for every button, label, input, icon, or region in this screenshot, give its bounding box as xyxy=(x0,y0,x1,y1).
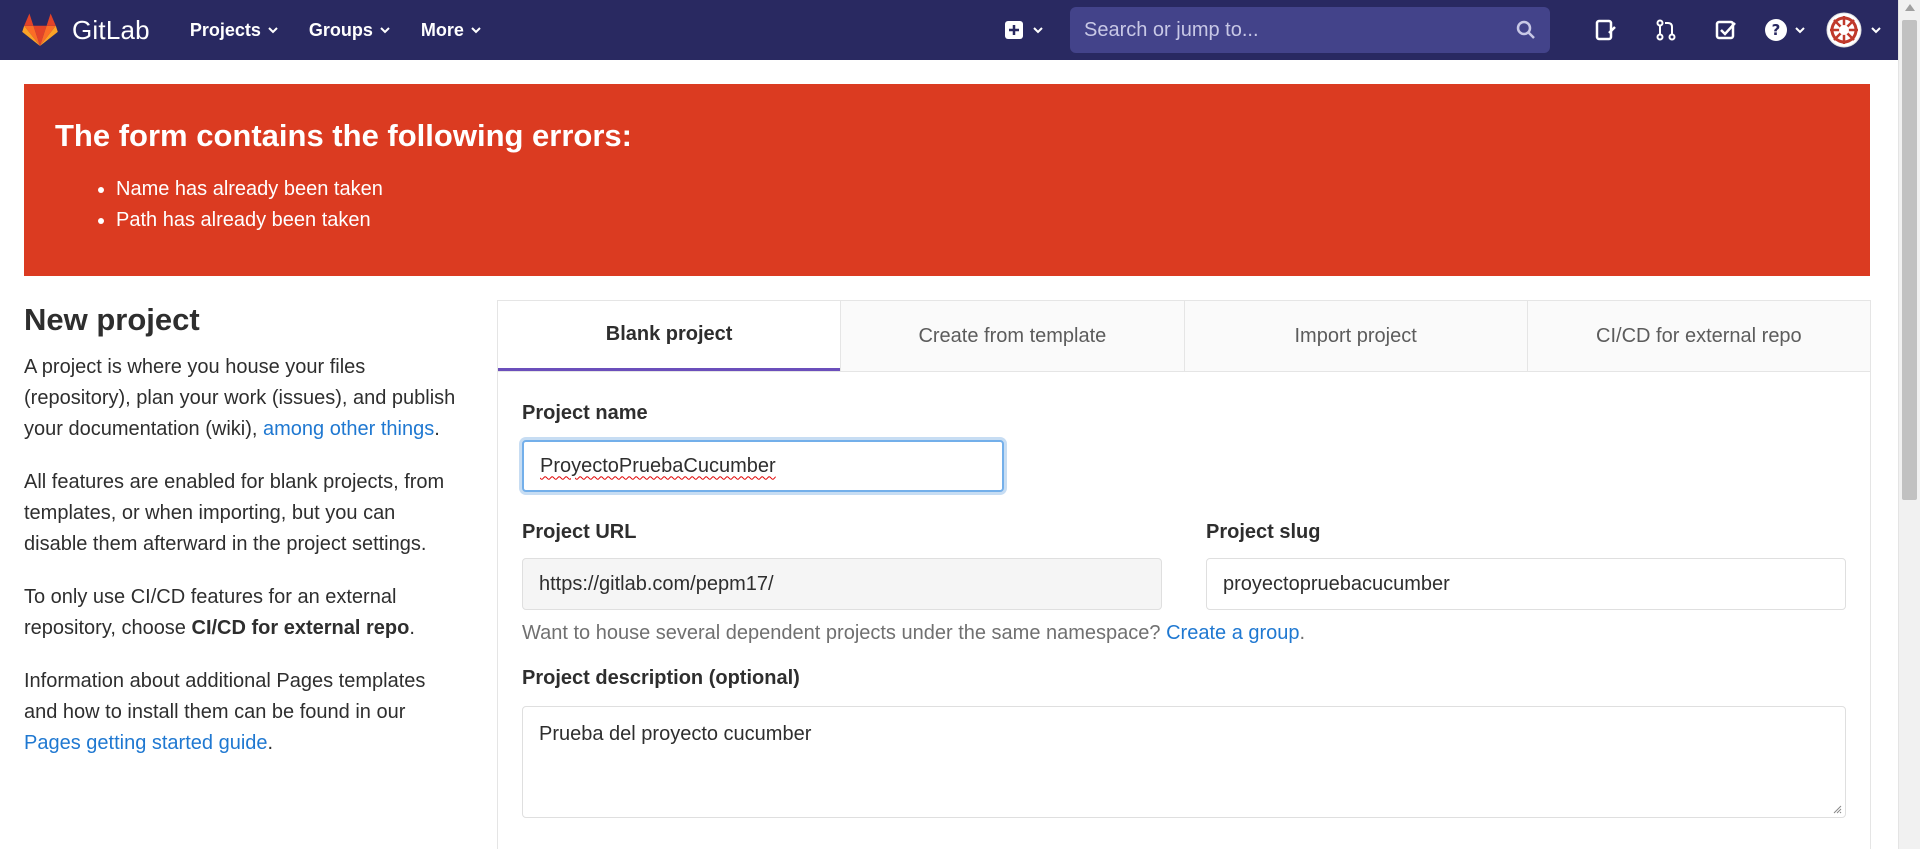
todos-button[interactable] xyxy=(1696,0,1756,60)
nav-more-dropdown[interactable]: More xyxy=(421,20,482,41)
pages-text: Information about additional Pages templ… xyxy=(24,670,426,723)
tab-cicd-external-repo[interactable]: CI/CD for external repo xyxy=(1526,301,1870,371)
new-project-panel: Blank project Create from template Impor… xyxy=(497,300,1871,849)
features-paragraph: All features are enabled for blank proje… xyxy=(24,471,445,555)
nav-projects-dropdown[interactable]: Projects xyxy=(190,20,279,41)
project-description-textarea[interactable]: Prueba del proyecto cucumber xyxy=(522,706,1846,818)
form-error-banner: The form contains the following errors: … xyxy=(24,84,1870,276)
pages-paragraph: Information about additional Pages templ… xyxy=(24,666,464,759)
error-item: Name has already been taken xyxy=(116,174,1870,205)
namespace-help-label: Want to house several dependent projects… xyxy=(522,622,1167,644)
tab-import-project[interactable]: Import project xyxy=(1183,301,1527,371)
svg-text:?: ? xyxy=(1772,21,1781,39)
scrollbar-thumb[interactable] xyxy=(1902,20,1917,500)
help-dropdown-button[interactable]: ? xyxy=(1764,18,1806,42)
main-menu: Projects Groups More xyxy=(190,0,512,60)
scroll-up-arrow-icon[interactable] xyxy=(1905,4,1915,11)
project-description-value: Prueba del proyecto cucumber xyxy=(539,723,812,745)
error-list: Name has already been taken Path has alr… xyxy=(55,174,1870,236)
top-navbar: GitLab Projects Groups More Search or ju… xyxy=(0,0,1920,60)
page-title: New project xyxy=(24,302,200,337)
navbar-right: ? xyxy=(1004,0,1920,60)
project-slug-input[interactable]: proyectopruebacucumber xyxy=(1206,558,1846,610)
tab-blank-project[interactable]: Blank project xyxy=(498,301,841,371)
search-icon[interactable] xyxy=(1516,20,1536,40)
project-description-label: Project description (optional) xyxy=(522,667,800,689)
namespace-help-text: Want to house several dependent projects… xyxy=(522,622,1305,645)
project-type-tabs: Blank project Create from template Impor… xyxy=(498,301,1870,372)
namespace-help-end: . xyxy=(1299,622,1306,644)
cicd-paragraph: To only use CI/CD features for an extern… xyxy=(24,582,464,644)
create-group-link[interactable]: Create a group xyxy=(1166,622,1299,644)
project-slug-label: Project slug xyxy=(1206,521,1321,543)
project-name-input[interactable]: ProyectoPruebaCucumber xyxy=(522,440,1004,492)
resize-grip-icon[interactable] xyxy=(1832,804,1842,814)
nav-groups-dropdown[interactable]: Groups xyxy=(309,20,391,41)
new-item-dropdown-button[interactable] xyxy=(1004,20,1044,40)
issues-button[interactable] xyxy=(1576,0,1636,60)
plus-square-icon xyxy=(1005,21,1023,39)
cicd-end: . xyxy=(409,617,415,639)
pages-guide-link[interactable]: Pages getting started guide xyxy=(24,732,268,754)
merge-requests-button[interactable] xyxy=(1636,0,1696,60)
nav-projects-label: Projects xyxy=(189,19,261,40)
help-icon: ? xyxy=(1765,19,1787,41)
project-name-label: Project name xyxy=(522,402,648,424)
chevron-down-icon xyxy=(1871,27,1881,34)
todo-icon xyxy=(1715,20,1736,40)
avatar xyxy=(1826,12,1862,48)
brand-home-link[interactable]: GitLab xyxy=(22,0,150,60)
chevron-down-icon xyxy=(471,27,481,34)
error-item: Path has already been taken xyxy=(116,205,1870,236)
error-title: The form contains the following errors: xyxy=(55,118,632,153)
gitlab-logo-icon xyxy=(22,13,58,46)
chevron-down-icon xyxy=(1033,27,1043,34)
nav-groups-label: Groups xyxy=(308,19,373,40)
project-url-label: Project URL xyxy=(522,521,637,543)
search-input[interactable] xyxy=(1084,18,1516,42)
project-url-field[interactable]: https://gitlab.com/pepm17/ xyxy=(522,558,1162,610)
among-other-things-link[interactable]: among other things xyxy=(263,418,434,440)
user-menu-button[interactable] xyxy=(1826,12,1882,48)
intro-end: . xyxy=(434,418,440,440)
tab-create-from-template[interactable]: Create from template xyxy=(840,301,1184,371)
project-url-value: https://gitlab.com/pepm17/ xyxy=(539,572,774,595)
project-slug-value: proyectopruebacucumber xyxy=(1223,572,1450,595)
page-scrollbar[interactable] xyxy=(1898,0,1920,849)
merge-request-icon xyxy=(1656,19,1676,41)
brand-name: GitLab xyxy=(72,14,150,45)
project-name-value: ProyectoPruebaCucumber xyxy=(540,454,776,477)
cicd-bold-text: CI/CD for external repo xyxy=(191,617,410,639)
chevron-down-icon xyxy=(380,27,390,34)
issues-icon xyxy=(1595,19,1616,41)
search-box xyxy=(1070,7,1550,53)
chevron-down-icon xyxy=(1795,27,1805,34)
intro-paragraph: A project is where you house your files … xyxy=(24,352,464,445)
chevron-down-icon xyxy=(268,27,278,34)
project-info-sidebar: New project A project is where you house… xyxy=(24,298,464,781)
pages-end: . xyxy=(267,732,274,754)
nav-more-label: More xyxy=(420,19,464,40)
